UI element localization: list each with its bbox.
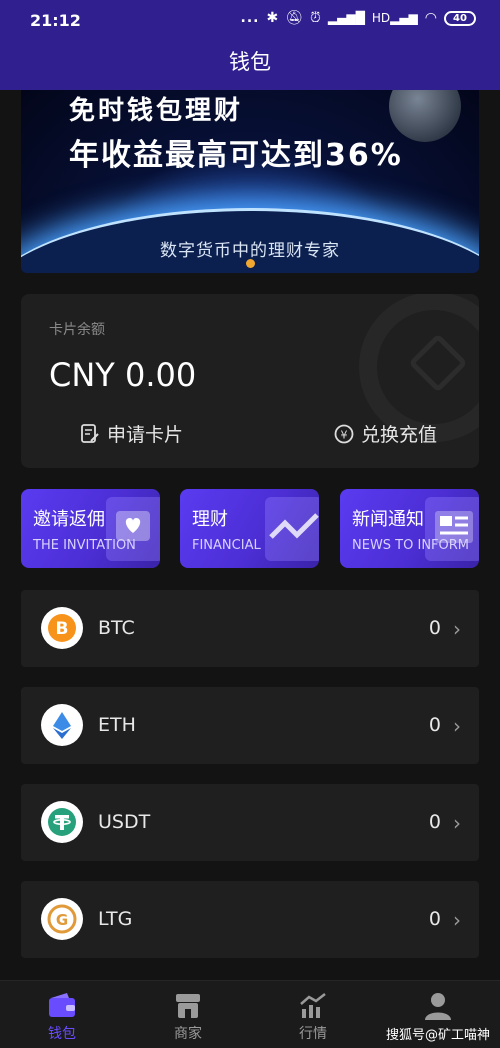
card-balance-panel: 卡片余额 CNY 0.00 申请卡片 ¥ 兑换充值	[21, 294, 479, 468]
watermark-text: 搜狐号@矿工喵神	[385, 1028, 490, 1043]
alarm-icon: ⏰︎	[309, 10, 321, 26]
chevron-right-icon: ›	[453, 811, 461, 835]
svg-text:B: B	[56, 619, 69, 639]
tab-wallet[interactable]: 钱包	[22, 991, 102, 1043]
status-bar: 21:12 ... ✱ 🔕︎ ⏰︎ ▂▄▆█ HD▂▄▆ ◠ 40	[0, 0, 500, 42]
status-icons: ... ✱ 🔕︎ ⏰︎ ▂▄▆█ HD▂▄▆ ◠ 40	[240, 10, 476, 26]
banner-headline-1: 免时钱包理财	[69, 96, 244, 126]
invitation-subtitle: THE INVITATION	[33, 538, 136, 553]
coin-balance: 0	[428, 617, 441, 639]
financial-title: 理财	[192, 509, 228, 530]
more-dots-icon: ...	[240, 10, 260, 26]
ltg-icon: G	[41, 898, 83, 940]
tab-profile[interactable]	[398, 991, 478, 1021]
news-button[interactable]: 新闻通知 NEWS TO INFORM	[340, 489, 479, 568]
chart-icon	[273, 991, 353, 1021]
tab-label: 钱包	[48, 1026, 76, 1042]
news-subtitle: NEWS TO INFORM	[352, 538, 469, 553]
wallet-icon	[22, 991, 102, 1021]
coin-name: ETH	[98, 714, 136, 736]
tab-market[interactable]: 行情	[273, 991, 353, 1043]
store-icon	[148, 991, 228, 1021]
coin-row-ltg[interactable]: G LTG 0 ›	[21, 881, 479, 958]
invitation-title: 邀请返佣	[33, 509, 105, 530]
tab-label: 商家	[174, 1026, 202, 1042]
coin-name: USDT	[98, 811, 151, 833]
card-balance-amount: CNY 0.00	[49, 356, 197, 394]
chevron-right-icon: ›	[453, 617, 461, 641]
bluetooth-icon: ✱	[266, 10, 279, 26]
news-title: 新闻通知	[352, 509, 424, 530]
battery-icon: 40	[444, 10, 476, 26]
page-title: 钱包	[229, 50, 271, 74]
promo-banner[interactable]: 免时钱包理财 年收益最高可达到36% 数字货币中的理财专家	[21, 90, 479, 273]
tab-merchant[interactable]: 商家	[148, 991, 228, 1043]
banner-tagline: 数字货币中的理财专家	[160, 241, 340, 261]
coin-row-btc[interactable]: B BTC 0 ›	[21, 590, 479, 667]
signal-icon: ▂▄▆█	[327, 11, 365, 25]
invitation-button[interactable]: 邀请返佣 THE INVITATION	[21, 489, 160, 568]
card-balance-label: 卡片余额	[49, 322, 105, 338]
coin-row-eth[interactable]: ETH 0 ›	[21, 687, 479, 764]
user-icon	[398, 991, 478, 1021]
financial-subtitle: FINANCIAL	[192, 538, 261, 553]
usdt-icon	[41, 801, 83, 843]
apply-card-button[interactable]: 申请卡片	[79, 420, 183, 447]
coin-row-usdt[interactable]: USDT 0 ›	[21, 784, 479, 861]
chevron-right-icon: ›	[453, 908, 461, 932]
eth-icon	[41, 704, 83, 746]
coin-balance: 0	[428, 714, 441, 736]
tab-label: 行情	[299, 1026, 327, 1042]
exchange-recharge-label: 兑换充值	[361, 424, 438, 446]
trend-chart-icon	[265, 497, 319, 561]
mute-icon: 🔕︎	[285, 10, 303, 26]
coin-balance: 0	[428, 908, 441, 930]
coin-balance: 0	[428, 811, 441, 833]
yuan-coin-icon: ¥	[333, 423, 355, 445]
banner-headline-2: 年收益最高可达到36%	[69, 138, 403, 173]
svg-text:G: G	[56, 911, 68, 929]
exchange-recharge-button[interactable]: ¥ 兑换充值	[333, 420, 437, 447]
carousel-indicator[interactable]	[246, 259, 255, 268]
hd-signal-icon: HD▂▄▆	[371, 11, 418, 25]
apply-card-label: 申请卡片	[107, 424, 184, 446]
wifi-icon: ◠	[424, 10, 437, 26]
chevron-right-icon: ›	[453, 714, 461, 738]
financial-button[interactable]: 理财 FINANCIAL	[180, 489, 319, 568]
document-edit-icon	[79, 423, 101, 445]
btc-icon: B	[41, 607, 83, 649]
coin-name: BTC	[98, 617, 135, 639]
top-bar: 21:12 ... ✱ 🔕︎ ⏰︎ ▂▄▆█ HD▂▄▆ ◠ 40 钱包	[0, 0, 500, 90]
svg-text:¥: ¥	[341, 428, 348, 441]
status-time: 21:12	[30, 11, 81, 30]
wallet-screen: 21:12 ... ✱ 🔕︎ ⏰︎ ▂▄▆█ HD▂▄▆ ◠ 40 钱包 免时钱…	[0, 0, 500, 1048]
coin-name: LTG	[98, 908, 133, 930]
